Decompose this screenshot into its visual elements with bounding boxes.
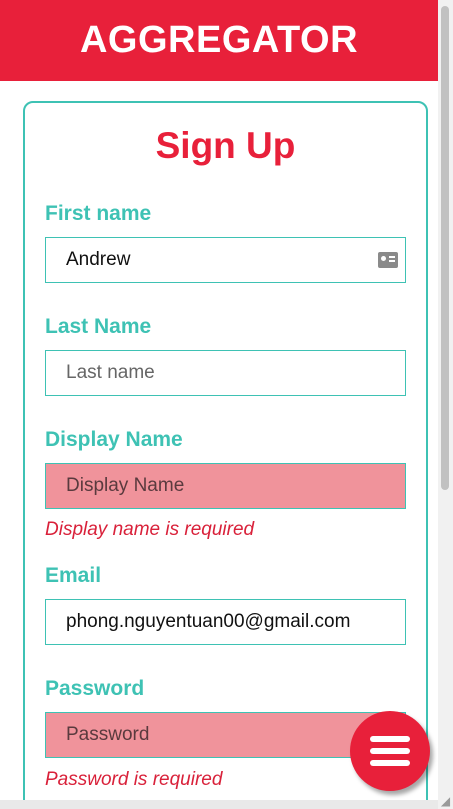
resize-grip-icon[interactable]: ◢ — [438, 794, 453, 809]
display-name-error: Display name is required — [45, 519, 255, 540]
viewport: AGGREGATOR Sign Up First name Last Name … — [0, 0, 438, 800]
menu-fab-button[interactable] — [350, 711, 430, 791]
email-label: Email — [45, 564, 102, 587]
password-label: Password — [45, 677, 145, 700]
last-name-input[interactable] — [45, 350, 406, 396]
first-name-label: First name — [45, 202, 152, 225]
app-title: AGGREGATOR — [79, 19, 359, 61]
contact-card-icon[interactable] — [378, 252, 398, 268]
display-name-label: Display Name — [45, 428, 183, 451]
scrollbar-thumb[interactable] — [441, 6, 449, 490]
signup-form: Sign Up First name Last Name Display Nam… — [23, 101, 428, 800]
password-error: Password is required — [45, 769, 223, 790]
app-header: AGGREGATOR — [0, 0, 438, 81]
signup-title: Sign Up — [155, 125, 296, 166]
last-name-label: Last Name — [45, 315, 152, 338]
display-name-input[interactable] — [45, 463, 406, 509]
hamburger-menu-icon — [370, 736, 410, 766]
email-input[interactable] — [45, 599, 406, 645]
first-name-input[interactable] — [45, 237, 406, 283]
bottom-strip — [0, 800, 438, 809]
